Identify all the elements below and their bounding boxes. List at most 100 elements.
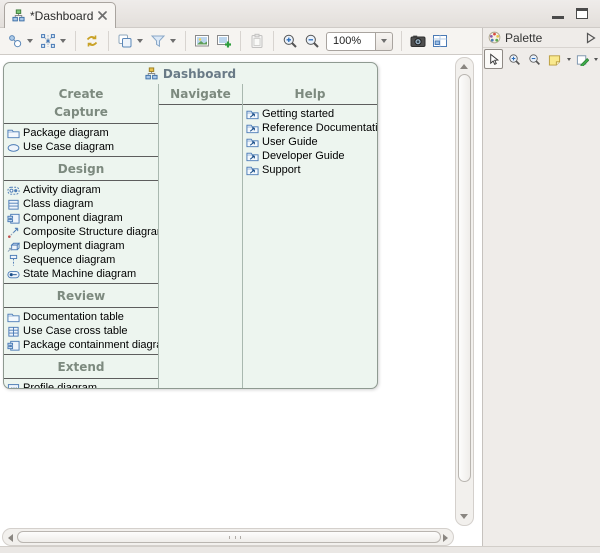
item-state-machine-diagram[interactable]: State Machine diagram bbox=[4, 267, 158, 281]
item-package-diagram[interactable]: Package diagram bbox=[4, 126, 158, 140]
toolbar-separator bbox=[401, 31, 402, 51]
palette-icon bbox=[488, 31, 501, 44]
section-header-capture: Capture bbox=[4, 102, 158, 121]
scroll-up-icon[interactable] bbox=[460, 64, 468, 69]
zoom-out-button[interactable] bbox=[301, 30, 323, 52]
close-tab-icon[interactable] bbox=[98, 11, 107, 20]
view-controls bbox=[552, 8, 588, 19]
connection-tool[interactable] bbox=[573, 49, 592, 69]
application-window: *Dashboard 100% bbox=[0, 0, 600, 553]
column-header-help: Help bbox=[243, 84, 377, 102]
divider bbox=[4, 156, 158, 157]
help-item-developer-guide[interactable]: Developer Guide bbox=[243, 149, 377, 163]
divider bbox=[4, 307, 158, 308]
zoom-out-icon bbox=[528, 53, 541, 66]
item-component-diagram[interactable]: Component diagram bbox=[4, 211, 158, 225]
chevron-down-icon[interactable] bbox=[137, 39, 143, 43]
item-composite-structure-diagram[interactable]: Composite Structure diagram bbox=[4, 225, 158, 239]
chevron-down-icon[interactable] bbox=[567, 58, 571, 61]
help-topic-icon bbox=[246, 122, 259, 135]
export-image-button[interactable] bbox=[191, 30, 213, 52]
chevron-down-icon[interactable] bbox=[27, 39, 33, 43]
package-diagram-icon bbox=[7, 127, 20, 140]
help-topic-icon bbox=[246, 150, 259, 163]
divider bbox=[4, 354, 158, 355]
divider bbox=[4, 180, 158, 181]
column-navigate: Navigate bbox=[159, 84, 243, 388]
item-profile-diagram[interactable]: Profile diagram bbox=[4, 381, 158, 388]
column-header-navigate: Navigate bbox=[159, 84, 242, 102]
toolbar-separator bbox=[75, 31, 76, 51]
scroll-right-icon[interactable] bbox=[443, 534, 448, 542]
collapse-right-icon[interactable] bbox=[586, 32, 596, 44]
chevron-down-icon[interactable] bbox=[60, 39, 66, 43]
thumb-grip bbox=[229, 536, 241, 539]
note-tool[interactable] bbox=[545, 49, 564, 69]
add-image-button[interactable] bbox=[213, 30, 235, 52]
palette-zoom-in-tool[interactable] bbox=[504, 49, 523, 69]
chevron-down-icon[interactable] bbox=[594, 58, 598, 61]
horizontal-scrollbar[interactable] bbox=[2, 528, 454, 546]
zoom-level-value[interactable]: 100% bbox=[326, 32, 376, 51]
zoom-combo-dropdown[interactable] bbox=[376, 32, 393, 51]
item-package-containment-diagram[interactable]: Package containment diagram bbox=[4, 338, 158, 352]
editor-tab-dashboard[interactable]: *Dashboard bbox=[4, 2, 116, 28]
horizontal-scroll-thumb[interactable] bbox=[17, 531, 441, 543]
chevron-down-icon bbox=[381, 39, 387, 43]
divider bbox=[4, 283, 158, 284]
deployment-diagram-icon bbox=[7, 240, 20, 253]
note-icon bbox=[548, 53, 561, 66]
item-use-case-diagram[interactable]: Use Case diagram bbox=[4, 140, 158, 154]
camera-snapshot-button[interactable] bbox=[407, 30, 429, 52]
select-tool[interactable] bbox=[484, 49, 503, 69]
arrange-layout-button[interactable] bbox=[37, 30, 59, 52]
diagram-canvas[interactable]: Dashboard Create Capture Package diagram… bbox=[0, 55, 482, 546]
item-sequence-diagram[interactable]: Sequence diagram bbox=[4, 253, 158, 267]
chevron-down-icon[interactable] bbox=[170, 39, 176, 43]
minimize-icon[interactable] bbox=[552, 8, 564, 19]
model-hierarchy-icon bbox=[12, 9, 25, 22]
palette-header[interactable]: Palette bbox=[483, 28, 600, 48]
sync-button[interactable] bbox=[81, 30, 103, 52]
package-containment-diagram-icon bbox=[7, 339, 20, 352]
documentation-table-icon bbox=[7, 311, 20, 324]
dashboard-panel: Dashboard Create Capture Package diagram… bbox=[3, 62, 378, 389]
column-create: Create Capture Package diagram Use Case … bbox=[4, 84, 159, 388]
help-item-support[interactable]: Support bbox=[243, 163, 377, 177]
scroll-left-icon[interactable] bbox=[8, 534, 13, 542]
help-item-user-guide[interactable]: User Guide bbox=[243, 135, 377, 149]
use-case-diagram-icon bbox=[7, 141, 20, 154]
help-topic-icon bbox=[246, 164, 259, 177]
toolbar-separator bbox=[240, 31, 241, 51]
scroll-down-icon[interactable] bbox=[460, 514, 468, 519]
profile-diagram-icon bbox=[7, 382, 20, 389]
filter-button[interactable] bbox=[147, 30, 169, 52]
use-case-cross-table-icon bbox=[7, 325, 20, 338]
component-diagram-icon bbox=[7, 212, 20, 225]
maximize-icon[interactable] bbox=[576, 8, 588, 19]
diagram-toolbar: 100% bbox=[0, 28, 482, 55]
dashboard-icon bbox=[145, 67, 158, 80]
toolbar-separator bbox=[273, 31, 274, 51]
zoom-level-combo[interactable]: 100% bbox=[326, 32, 393, 51]
dashboard-title: Dashboard bbox=[163, 67, 236, 81]
item-class-diagram[interactable]: Class diagram bbox=[4, 197, 158, 211]
item-deployment-diagram[interactable]: Deployment diagram bbox=[4, 239, 158, 253]
diagram-elements-button[interactable] bbox=[4, 30, 26, 52]
palette-title: Palette bbox=[505, 31, 542, 45]
zoom-in-button[interactable] bbox=[279, 30, 301, 52]
item-documentation-table[interactable]: Documentation table bbox=[4, 310, 158, 324]
vertical-scrollbar[interactable] bbox=[455, 57, 474, 526]
dashboard-title-row: Dashboard bbox=[4, 63, 377, 82]
item-use-case-cross-table[interactable]: Use Case cross table bbox=[4, 324, 158, 338]
help-item-reference-documentation[interactable]: Reference Documentation bbox=[243, 121, 377, 135]
help-item-getting-started[interactable]: Getting started bbox=[243, 107, 377, 121]
divider bbox=[4, 123, 158, 124]
item-activity-diagram[interactable]: Activity diagram bbox=[4, 183, 158, 197]
copy-appearance-button[interactable] bbox=[114, 30, 136, 52]
vertical-scroll-thumb[interactable] bbox=[458, 74, 471, 482]
toolbar-separator bbox=[108, 31, 109, 51]
palette-toolbar bbox=[483, 48, 600, 70]
diagram-overview-button[interactable] bbox=[429, 30, 451, 52]
palette-zoom-out-tool[interactable] bbox=[525, 49, 544, 69]
